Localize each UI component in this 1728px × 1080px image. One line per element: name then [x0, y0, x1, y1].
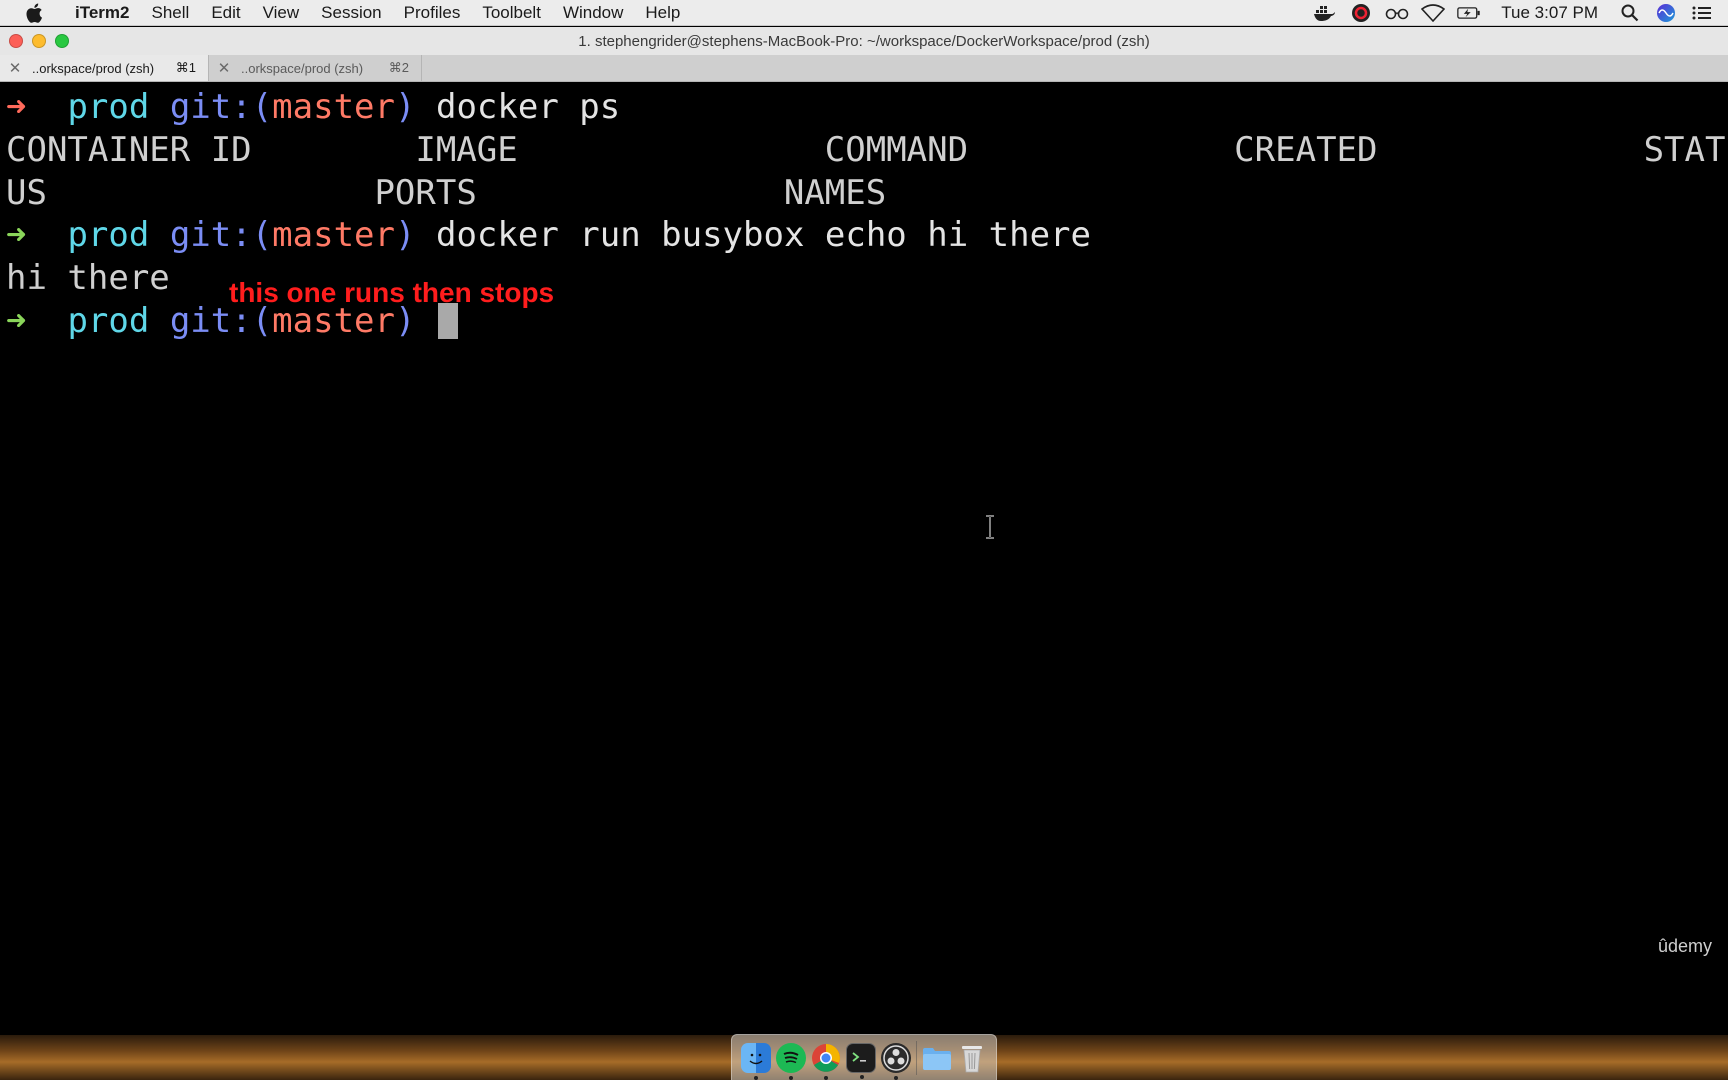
tab-label: ..orkspace/prod (zsh): [241, 60, 364, 76]
tab-2[interactable]: ✕ ..orkspace/prod (zsh) ⌘2: [209, 55, 422, 81]
prompt-arrow-icon: ➜: [6, 87, 27, 127]
window-title: 1. stephengrider@stephens-MacBook-Pro: ~…: [578, 32, 1150, 50]
creative-cloud-icon[interactable]: [1349, 2, 1373, 24]
siri-icon[interactable]: [1654, 2, 1678, 24]
prompt-arrow-icon: ➜: [6, 301, 27, 341]
tab-bar: ✕ ..orkspace/prod (zsh) ⌘1 ✕ ..orkspace/…: [0, 55, 1728, 82]
terminal-output[interactable]: ➜ prod git:(master) docker ps CONTAINER …: [0, 83, 1728, 1035]
menu-view[interactable]: View: [252, 3, 311, 23]
command-text: docker run busybox echo hi there: [435, 215, 1091, 255]
tab-shortcut: ⌘2: [388, 60, 409, 75]
prompt-git-prefix: git:(: [169, 215, 273, 255]
prompt-git-suffix: ): [395, 301, 416, 341]
text-cursor: [437, 303, 458, 339]
ps-header-line: CONTAINER ID IMAGE COMMAND CREATED STAT: [6, 130, 1726, 170]
folder-icon[interactable]: [922, 1043, 952, 1073]
window-controls: [9, 34, 69, 48]
prompt-branch: master: [272, 87, 395, 127]
prompt-directory: prod: [67, 215, 150, 255]
menu-shell[interactable]: Shell: [141, 3, 201, 23]
dock: [731, 1034, 997, 1080]
minimize-window-button[interactable]: [32, 34, 46, 48]
command-text: docker ps: [435, 87, 621, 127]
prompt-git-prefix: git:(: [169, 301, 273, 341]
docker-icon[interactable]: [1313, 2, 1337, 24]
menu-app-name[interactable]: iTerm2: [64, 3, 141, 23]
dock-separator: [916, 1040, 918, 1075]
menu-session[interactable]: Session: [310, 3, 392, 23]
tab-close-icon[interactable]: ✕: [217, 59, 231, 77]
prompt-directory: prod: [67, 87, 150, 127]
close-window-button[interactable]: [9, 34, 23, 48]
prompt-branch: master: [272, 215, 395, 255]
menu-window[interactable]: Window: [552, 3, 634, 23]
menu-toolbelt[interactable]: Toolbelt: [471, 3, 552, 23]
command-output: hi there: [6, 258, 170, 298]
apple-menu-icon[interactable]: [20, 3, 48, 23]
udemy-watermark: ûdemy: [1657, 936, 1712, 956]
menu-help[interactable]: Help: [634, 3, 691, 23]
wifi-icon[interactable]: [1421, 2, 1446, 24]
tab-1[interactable]: ✕ ..orkspace/prod (zsh) ⌘1: [0, 55, 209, 81]
prompt-arrow-icon: ➜: [6, 215, 27, 255]
terminal-current-line: ➜ prod git:(master): [6, 301, 458, 341]
spotify-icon[interactable]: [775, 1042, 806, 1080]
menubar-clock[interactable]: Tue 3:07 PM: [1493, 3, 1606, 23]
spotlight-search-icon[interactable]: [1618, 2, 1642, 24]
battery-icon[interactable]: [1457, 2, 1481, 24]
trash-icon[interactable]: [957, 1043, 987, 1073]
prompt-git-prefix: git:(: [169, 87, 273, 127]
terminal-line: ➜ prod git:(master) docker run busybox e…: [6, 215, 1091, 255]
notification-center-icon[interactable]: [1690, 2, 1714, 24]
tab-shortcut: ⌘1: [175, 60, 196, 75]
ps-header-line-wrapped: US PORTS NAMES: [6, 173, 887, 213]
terminal-line: ➜ prod git:(master) docker ps: [6, 87, 620, 127]
terminal-icon[interactable]: [845, 1042, 876, 1079]
zoom-window-button[interactable]: [55, 34, 69, 48]
glasses-icon[interactable]: [1385, 2, 1409, 24]
tab-label: ..orkspace/prod (zsh): [32, 60, 155, 76]
prompt-directory: prod: [67, 301, 150, 341]
prompt-git-suffix: ): [395, 215, 416, 255]
tab-close-icon[interactable]: ✕: [8, 59, 22, 77]
ibeam-cursor-icon: [986, 515, 994, 539]
menu-edit[interactable]: Edit: [200, 3, 251, 23]
menu-bar: iTerm2 Shell Edit View Session Profiles …: [0, 0, 1728, 26]
obs-icon[interactable]: [881, 1042, 912, 1080]
prompt-git-suffix: ): [395, 87, 416, 127]
window-title-bar[interactable]: 1. stephengrider@stephens-MacBook-Pro: ~…: [0, 27, 1728, 55]
menu-profiles[interactable]: Profiles: [393, 3, 472, 23]
chrome-icon[interactable]: [811, 1043, 841, 1080]
prompt-branch: master: [272, 301, 395, 341]
status-area: Tue 3:07 PM: [1313, 0, 1714, 26]
finder-icon[interactable]: [740, 1042, 771, 1080]
